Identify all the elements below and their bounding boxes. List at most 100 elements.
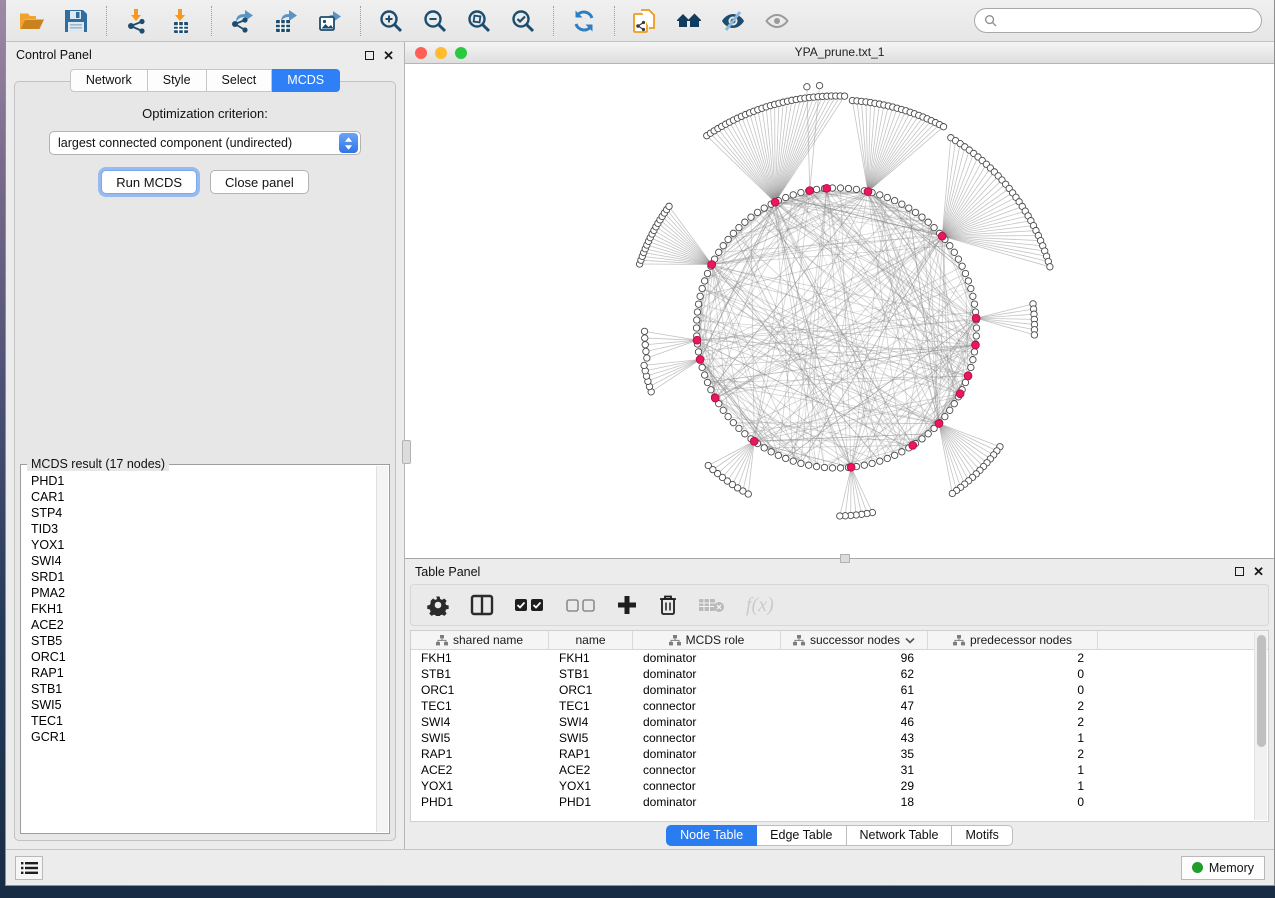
clone-network-icon[interactable] bbox=[631, 7, 659, 35]
hide-details-icon[interactable] bbox=[719, 7, 747, 35]
split-columns-icon[interactable] bbox=[470, 593, 494, 617]
column-header-predecessor-nodes[interactable]: predecessor nodes bbox=[928, 631, 1098, 649]
result-list-scrollbar[interactable] bbox=[376, 466, 388, 832]
tab-mcds[interactable]: MCDS bbox=[272, 69, 340, 92]
close-panel-icon[interactable]: ✕ bbox=[383, 51, 394, 60]
mcds-node[interactable] bbox=[711, 394, 719, 402]
mcds-result-item[interactable]: GCR1 bbox=[31, 729, 379, 745]
mcds-result-item[interactable]: ACE2 bbox=[31, 617, 379, 633]
tab-select[interactable]: Select bbox=[207, 69, 273, 92]
mcds-result-item[interactable]: TID3 bbox=[31, 521, 379, 537]
table-row[interactable]: RAP1RAP1dominator352 bbox=[411, 746, 1268, 762]
float-panel-icon[interactable] bbox=[365, 51, 374, 60]
mcds-result-item[interactable]: ORC1 bbox=[31, 649, 379, 665]
mcds-result-item[interactable]: STP4 bbox=[31, 505, 379, 521]
mcds-result-item[interactable]: YOX1 bbox=[31, 537, 379, 553]
mcds-node[interactable] bbox=[935, 420, 943, 428]
table-row[interactable]: YOX1YOX1connector291 bbox=[411, 778, 1268, 794]
mcds-result-item[interactable]: PHD1 bbox=[31, 473, 379, 489]
mcds-result-item[interactable]: RAP1 bbox=[31, 665, 379, 681]
mcds-node[interactable] bbox=[696, 356, 704, 364]
column-header-shared-name[interactable]: shared name bbox=[411, 631, 549, 649]
network-canvas[interactable] bbox=[405, 64, 1274, 558]
criterion-select[interactable]: largest connected component (undirected) bbox=[49, 131, 361, 155]
show-all-windows-icon[interactable] bbox=[675, 7, 703, 35]
mcds-result-item[interactable]: SWI4 bbox=[31, 553, 379, 569]
close-table-panel-icon[interactable]: ✕ bbox=[1253, 567, 1264, 576]
table-scrollbar[interactable] bbox=[1254, 632, 1267, 820]
zoom-selected-icon[interactable] bbox=[509, 7, 537, 35]
window-minimize-icon[interactable] bbox=[435, 47, 447, 59]
memory-button[interactable]: Memory bbox=[1181, 856, 1265, 880]
mcds-node[interactable] bbox=[909, 442, 917, 450]
network-graph[interactable] bbox=[405, 64, 1274, 558]
import-table-icon[interactable] bbox=[167, 7, 195, 35]
table-row[interactable]: SWI5SWI5connector431 bbox=[411, 730, 1268, 746]
network-window-titlebar[interactable]: YPA_prune.txt_1 bbox=[405, 42, 1274, 64]
mcds-node[interactable] bbox=[972, 314, 980, 322]
mcds-node[interactable] bbox=[693, 336, 701, 344]
open-file-icon[interactable] bbox=[18, 7, 46, 35]
export-table-icon[interactable] bbox=[272, 7, 300, 35]
window-maximize-icon[interactable] bbox=[455, 47, 467, 59]
mcds-result-item[interactable]: STB1 bbox=[31, 681, 379, 697]
window-close-icon[interactable] bbox=[415, 47, 427, 59]
mcds-node[interactable] bbox=[750, 437, 758, 445]
mcds-node[interactable] bbox=[771, 198, 779, 206]
delete-column-icon[interactable] bbox=[658, 594, 678, 616]
tab-edge-table[interactable]: Edge Table bbox=[757, 825, 846, 846]
mcds-node[interactable] bbox=[847, 463, 855, 471]
mcds-result-item[interactable]: SRD1 bbox=[31, 569, 379, 585]
table-row[interactable]: ACE2ACE2connector311 bbox=[411, 762, 1268, 778]
mcds-node[interactable] bbox=[964, 372, 972, 380]
mcds-node[interactable] bbox=[938, 232, 946, 240]
table-row[interactable]: SWI4SWI4dominator462 bbox=[411, 714, 1268, 730]
table-row[interactable]: TEC1TEC1connector472 bbox=[411, 698, 1268, 714]
task-history-button[interactable] bbox=[15, 856, 43, 880]
mcds-result-item[interactable]: STB5 bbox=[31, 633, 379, 649]
import-network-icon[interactable] bbox=[123, 7, 151, 35]
tab-style[interactable]: Style bbox=[148, 69, 207, 92]
table-row[interactable]: ORC1ORC1dominator610 bbox=[411, 682, 1268, 698]
search-box[interactable] bbox=[974, 8, 1262, 33]
run-mcds-button[interactable]: Run MCDS bbox=[101, 170, 197, 194]
zoom-fit-icon[interactable] bbox=[465, 7, 493, 35]
mcds-result-item[interactable]: TEC1 bbox=[31, 713, 379, 729]
search-input[interactable] bbox=[1002, 14, 1252, 28]
table-row[interactable]: STB1STB1dominator620 bbox=[411, 666, 1268, 682]
float-table-panel-icon[interactable] bbox=[1235, 567, 1244, 576]
column-header-MCDS-role[interactable]: MCDS role bbox=[633, 631, 781, 649]
mcds-result-item[interactable]: FKH1 bbox=[31, 601, 379, 617]
mcds-result-item[interactable]: PMA2 bbox=[31, 585, 379, 601]
tab-network-table[interactable]: Network Table bbox=[847, 825, 953, 846]
mcds-node[interactable] bbox=[806, 187, 814, 195]
zoom-in-icon[interactable] bbox=[377, 7, 405, 35]
table-row[interactable]: PHD1PHD1dominator180 bbox=[411, 794, 1268, 810]
mcds-node[interactable] bbox=[864, 188, 872, 196]
table-scrollbar-thumb[interactable] bbox=[1257, 635, 1266, 747]
gear-icon[interactable] bbox=[427, 594, 449, 616]
column-header-name[interactable]: name bbox=[549, 631, 633, 649]
mcds-node[interactable] bbox=[823, 184, 831, 192]
save-session-icon[interactable] bbox=[62, 7, 90, 35]
column-header-successor-nodes[interactable]: successor nodes bbox=[781, 631, 928, 649]
close-panel-button[interactable]: Close panel bbox=[210, 170, 309, 194]
mcds-node[interactable] bbox=[956, 390, 964, 398]
mcds-result-item[interactable]: SWI5 bbox=[31, 697, 379, 713]
add-column-icon[interactable] bbox=[617, 595, 637, 615]
tab-network[interactable]: Network bbox=[70, 69, 148, 92]
vertical-splitter-handle[interactable] bbox=[402, 440, 411, 464]
export-image-icon[interactable] bbox=[316, 7, 344, 35]
deselect-all-checkboxes-icon[interactable] bbox=[566, 597, 596, 613]
horizontal-splitter-handle[interactable] bbox=[840, 554, 850, 563]
select-all-checkboxes-icon[interactable] bbox=[515, 597, 545, 613]
mcds-node[interactable] bbox=[972, 341, 980, 349]
refresh-view-icon[interactable] bbox=[570, 7, 598, 35]
tab-node-table[interactable]: Node Table bbox=[666, 825, 757, 846]
tab-motifs[interactable]: Motifs bbox=[952, 825, 1012, 846]
mcds-node[interactable] bbox=[708, 261, 716, 269]
zoom-out-icon[interactable] bbox=[421, 7, 449, 35]
export-network-icon[interactable] bbox=[228, 7, 256, 35]
mcds-result-item[interactable]: CAR1 bbox=[31, 489, 379, 505]
table-row[interactable]: FKH1FKH1dominator962 bbox=[411, 650, 1268, 666]
